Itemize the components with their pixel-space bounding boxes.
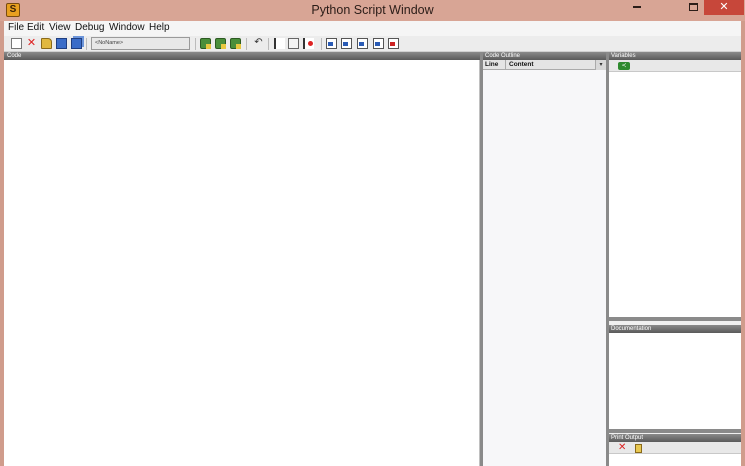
toolbar-separator	[195, 38, 196, 50]
script-name-field[interactable]: <NoName>	[91, 37, 190, 50]
code-outline-header: Code Outline	[483, 52, 606, 60]
toolbar-separator	[86, 38, 87, 50]
run-selection-icon[interactable]	[215, 38, 226, 49]
code-editor[interactable]	[4, 60, 480, 466]
close-icon: ✕	[719, 1, 729, 13]
main-window: File Edit View Debug Window Help ✕ <NoNa…	[4, 21, 741, 466]
column-header-content[interactable]: Content	[509, 61, 534, 68]
code-outline-columns: Line Content ▾	[483, 60, 606, 70]
variables-list[interactable]	[609, 72, 741, 317]
print-output-panel-header: Print Output	[609, 434, 741, 442]
variables-toolbar: ≺	[609, 60, 741, 72]
run-debug-icon[interactable]	[230, 38, 241, 49]
title-bar: S Python Script Window ✕	[0, 0, 745, 21]
print-output-toolbar: ✕	[609, 442, 741, 454]
menu-file[interactable]: File	[8, 22, 24, 33]
toolbar: ✕ <NoName> ↶	[4, 36, 741, 52]
comment-icon[interactable]	[357, 38, 368, 49]
documentation-view[interactable]	[609, 333, 741, 429]
horizontal-splitter[interactable]	[609, 317, 741, 321]
maximize-icon	[688, 3, 698, 11]
code-outline-list[interactable]	[483, 70, 606, 466]
variables-panel-header: Variables	[609, 52, 741, 60]
new-file-icon[interactable]	[11, 38, 22, 49]
clipboard-icon[interactable]	[635, 444, 642, 453]
menu-help[interactable]: Help	[149, 22, 170, 33]
documentation-panel-header: Documentation	[609, 325, 741, 333]
menu-edit[interactable]: Edit	[27, 22, 44, 33]
save-icon[interactable]	[56, 38, 67, 49]
close-button[interactable]: ✕	[704, 0, 744, 15]
toggle-breakpoint-icon[interactable]	[274, 38, 285, 49]
toolbar-separator	[321, 38, 322, 50]
minimize-icon	[633, 6, 641, 8]
chevron-down-icon[interactable]: ▾	[595, 60, 606, 70]
menu-debug[interactable]: Debug	[75, 22, 104, 33]
run-script-icon[interactable]	[200, 38, 211, 49]
column-header-line[interactable]: Line	[485, 61, 498, 68]
open-folder-icon[interactable]	[41, 38, 52, 49]
clear-marks-icon[interactable]	[388, 38, 399, 49]
maximize-button[interactable]	[680, 0, 706, 15]
menu-view[interactable]: View	[49, 22, 71, 33]
column-divider[interactable]	[505, 60, 506, 70]
close-file-icon[interactable]: ✕	[26, 38, 37, 49]
save-all-icon[interactable]	[71, 38, 82, 49]
refresh-variables-icon[interactable]: ≺	[618, 62, 630, 70]
code-panel-header: Code	[4, 52, 480, 60]
clear-output-icon[interactable]: ✕	[618, 442, 626, 454]
undo-icon[interactable]: ↶	[253, 38, 264, 49]
horizontal-splitter[interactable]	[609, 429, 741, 433]
toolbar-separator	[246, 38, 247, 50]
toolbar-separator	[268, 38, 269, 50]
minimize-button[interactable]	[624, 0, 650, 15]
uncomment-icon[interactable]	[373, 38, 384, 49]
menu-window[interactable]: Window	[109, 22, 145, 33]
outdent-icon[interactable]	[341, 38, 352, 49]
print-output-view[interactable]	[609, 454, 741, 466]
menu-bar: File Edit View Debug Window Help	[4, 21, 741, 36]
step-icon[interactable]	[288, 38, 299, 49]
indent-icon[interactable]	[326, 38, 337, 49]
stop-icon[interactable]	[303, 38, 314, 49]
